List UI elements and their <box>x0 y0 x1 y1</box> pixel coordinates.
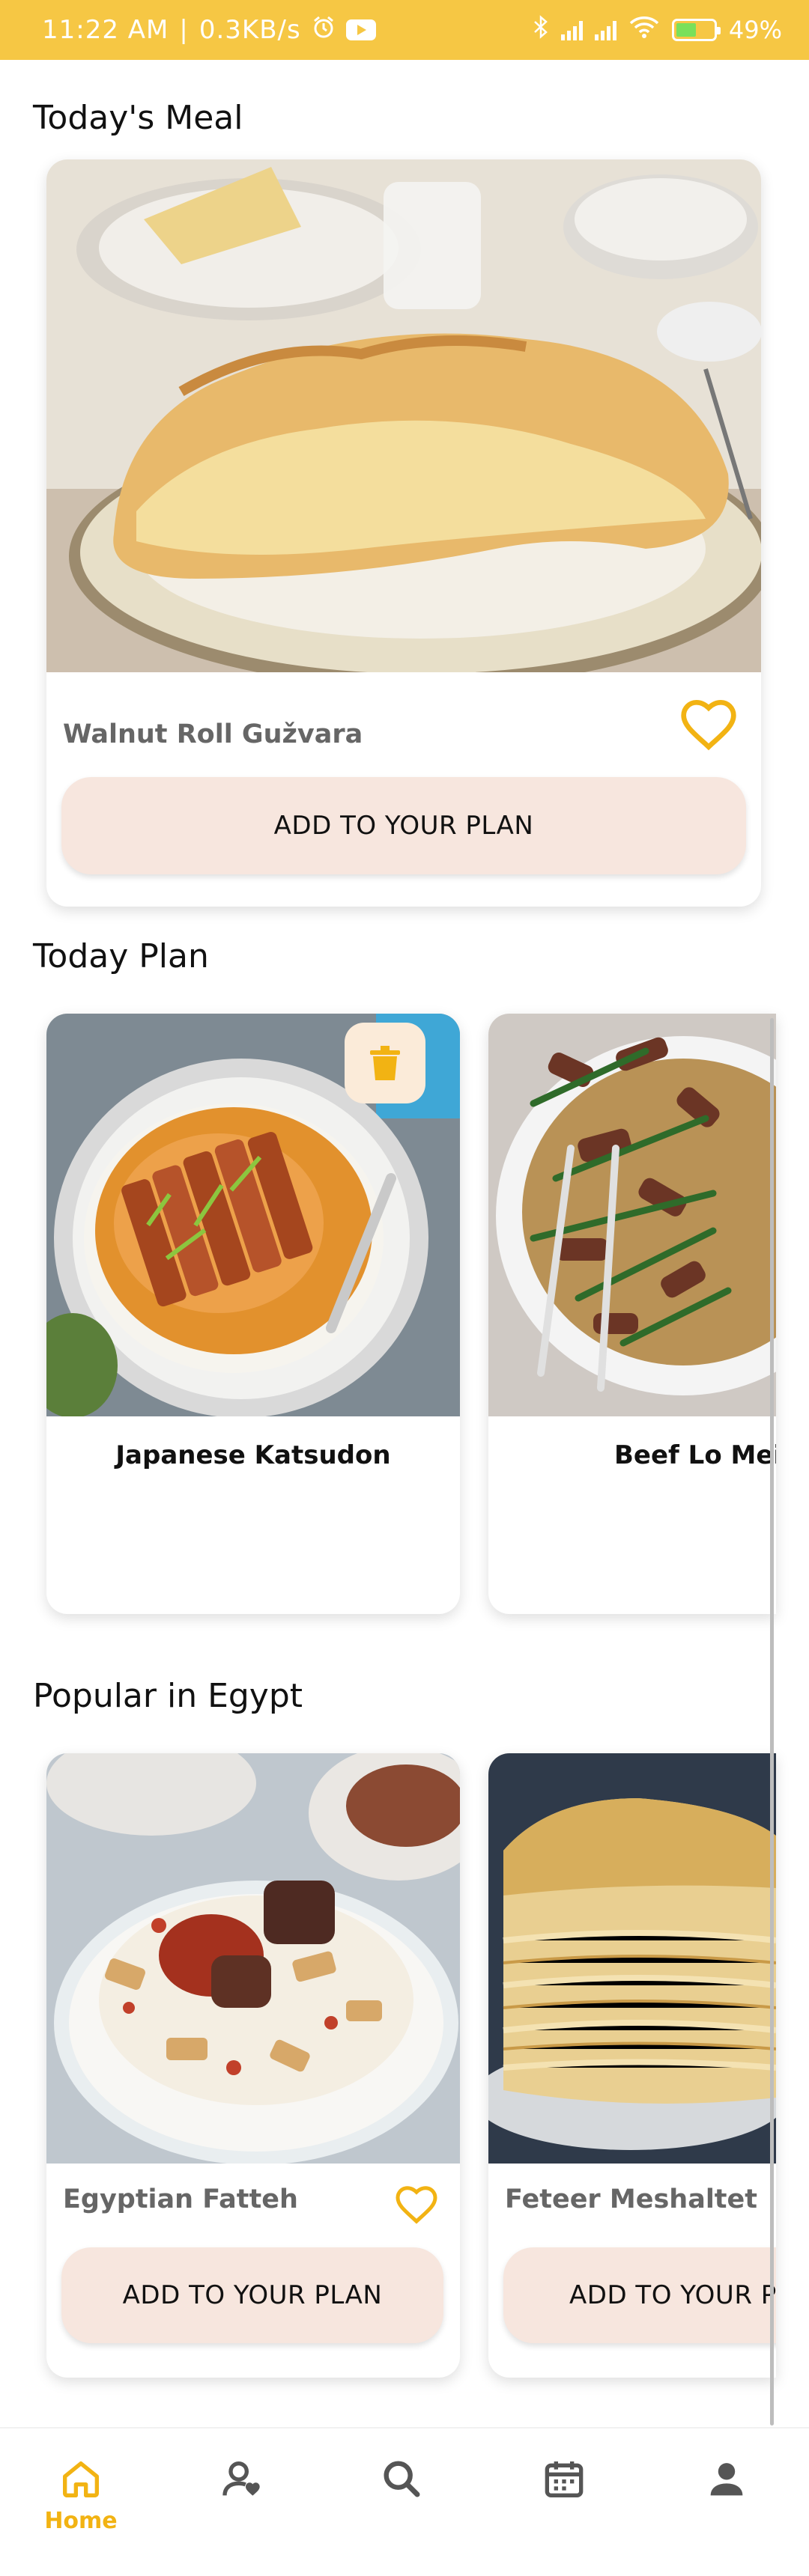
search-icon <box>384 2461 420 2497</box>
trash-icon <box>370 1046 400 1080</box>
alarm-icon <box>312 15 336 46</box>
signal-icon <box>560 19 583 40</box>
profile-icon <box>710 2463 743 2496</box>
popular-meal-name-2: Feteer Meshaltet <box>505 2184 758 2214</box>
plan-card-2[interactable]: Beef Lo Mein <box>488 1014 776 1614</box>
add-to-plan-button[interactable]: ADD TO YOUR PLAN <box>61 777 746 874</box>
popular-card-2[interactable]: Feteer Meshaltet ADD TO YOUR PLAN <box>488 1753 776 2378</box>
add-to-plan-button-2[interactable]: ADD TO YOUR PLAN <box>503 2247 776 2343</box>
remove-from-plan-button[interactable] <box>345 1023 425 1103</box>
add-to-plan-button[interactable]: ADD TO YOUR PLAN <box>61 2247 443 2343</box>
todays-meal-card[interactable]: Walnut Roll Gužvara ADD TO YOUR PLAN <box>46 159 761 907</box>
bottom-navigation: Home <box>0 2427 809 2576</box>
lo-mein-photo <box>488 1014 776 1416</box>
plan-card[interactable]: Japanese Katsudon <box>46 1014 460 1614</box>
network-speed: 0.3KB/s <box>199 15 301 45</box>
battery-icon <box>671 19 721 41</box>
nav-calendar[interactable] <box>512 2455 616 2503</box>
plan-meal-name-2: Beef Lo Mein <box>614 1440 776 1470</box>
meal-name: Walnut Roll Gužvara <box>63 719 363 749</box>
popular-card[interactable]: Egyptian Fatteh ADD TO YOUR PLAN <box>46 1753 460 2378</box>
wifi-icon <box>628 15 660 45</box>
bluetooth-icon <box>533 15 549 45</box>
home-icon <box>63 2461 99 2497</box>
signal-icon-2 <box>594 19 616 40</box>
heart-outline-icon[interactable] <box>679 695 739 754</box>
feteer-photo <box>488 1753 776 2164</box>
youtube-icon <box>345 19 376 40</box>
scroll-indicator <box>770 1018 774 2426</box>
favorite-user-icon <box>222 2461 260 2497</box>
meal-photo <box>46 159 761 672</box>
today-plan-title: Today Plan <box>33 937 209 975</box>
status-bar: 11:22 AM | 0.3KB/s 49% <box>0 0 809 60</box>
heart-outline-icon[interactable] <box>394 2183 439 2227</box>
calendar-icon <box>545 2461 584 2497</box>
popular-title: Popular in Egypt <box>33 1677 303 1715</box>
nav-favorites[interactable] <box>190 2455 295 2503</box>
nav-home[interactable]: Home <box>28 2455 133 2534</box>
plan-meal-name: Japanese Katsudon <box>115 1440 391 1470</box>
battery-percent: 49% <box>728 16 782 44</box>
popular-meal-name: Egyptian Fatteh <box>63 2184 298 2214</box>
fatteh-photo <box>46 1753 460 2164</box>
nav-profile[interactable] <box>674 2455 779 2503</box>
status-time: 11:22 AM <box>42 15 169 45</box>
nav-home-label: Home <box>44 2508 118 2534</box>
nav-search[interactable] <box>350 2455 455 2503</box>
todays-meal-title: Today's Meal <box>33 99 243 137</box>
